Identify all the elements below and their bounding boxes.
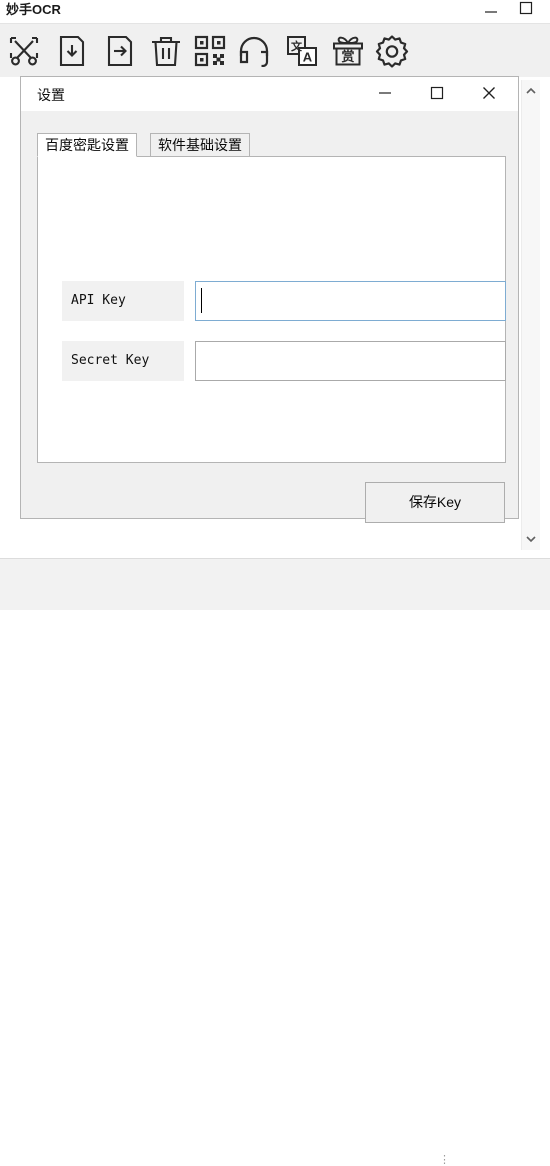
gift-reward-icon[interactable]: 赏: [326, 29, 370, 73]
gear-settings-icon[interactable]: [370, 29, 414, 73]
qr-code-icon[interactable]: [188, 29, 232, 73]
settings-dialog: 设置 百度密匙设置 软件基础设置 API Key Secret Key 保存Ke…: [20, 76, 519, 523]
dialog-maximize-button[interactable]: [414, 77, 459, 109]
secret-key-input[interactable]: [195, 341, 506, 381]
app-title: 妙手OCR: [6, 2, 61, 17]
main-toolbar: 文 A 赏: [0, 23, 550, 77]
main-close-button[interactable]: [544, 0, 550, 16]
status-bar: ⋮: [0, 558, 550, 1166]
save-key-button[interactable]: 保存Key: [365, 482, 505, 523]
main-minimize-button[interactable]: [474, 0, 508, 16]
main-titlebar: 妙手OCR: [0, 0, 550, 22]
dialog-close-button[interactable]: [466, 77, 511, 109]
tab-panel: API Key Secret Key 保存Key: [37, 156, 506, 523]
import-file-icon[interactable]: [50, 29, 94, 73]
scrollbar-thumb[interactable]: [523, 100, 539, 530]
trash-icon[interactable]: [144, 29, 188, 73]
dialog-titlebar: 设置: [21, 77, 518, 111]
dialog-title: 设置: [37, 87, 65, 103]
chevron-up-icon[interactable]: [522, 82, 540, 100]
svg-text:文: 文: [291, 39, 303, 53]
screenshot-scissors-icon[interactable]: [2, 29, 46, 73]
main-maximize-button[interactable]: [509, 0, 543, 16]
status-dots: ⋮: [439, 1154, 450, 1166]
text-caret: [201, 288, 202, 313]
svg-text:赏: 赏: [341, 49, 354, 65]
dialog-minimize-button[interactable]: [362, 77, 407, 109]
svg-text:A: A: [303, 50, 313, 65]
secret-key-label: Secret Key: [62, 341, 184, 381]
chevron-down-icon[interactable]: [522, 530, 540, 548]
tab-software-basic-settings[interactable]: 软件基础设置: [150, 133, 250, 157]
main-window: 妙手OCR 文 A 赏 设置 百度密匙设置 软件基础设置 API Key Sec…: [0, 0, 550, 1166]
vertical-scrollbar[interactable]: [521, 80, 540, 550]
translate-icon[interactable]: 文 A: [280, 29, 324, 73]
api-key-label: API Key: [62, 281, 184, 321]
headphones-icon[interactable]: [232, 29, 276, 73]
export-file-icon[interactable]: [98, 29, 142, 73]
tab-baidu-key-settings[interactable]: 百度密匙设置: [37, 133, 137, 157]
api-key-input[interactable]: [195, 281, 506, 321]
